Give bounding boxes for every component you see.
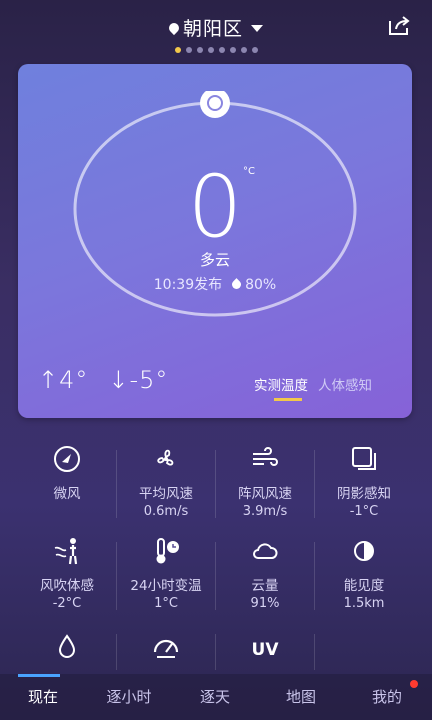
page-dot bbox=[251, 47, 258, 53]
tab-measured-temp[interactable]: 实测温度 bbox=[254, 378, 308, 394]
humidity-value: 80% bbox=[245, 277, 277, 293]
detail-label: 24小时变温 bbox=[130, 578, 202, 594]
notification-dot bbox=[410, 680, 418, 688]
detail-label: 阵风风速 bbox=[238, 486, 292, 502]
detail-label: 云量 bbox=[251, 578, 279, 594]
low-temp: ↓-5° bbox=[108, 366, 169, 394]
detail-pressure[interactable] bbox=[117, 632, 215, 670]
mode-underline bbox=[274, 398, 302, 401]
detail-wind-chill[interactable]: 风吹体感 -2°C bbox=[18, 536, 116, 611]
detail-visibility[interactable]: 能见度 1.5km bbox=[315, 536, 413, 611]
location-name: 朝阳区 bbox=[182, 18, 243, 40]
detail-humidity[interactable] bbox=[18, 632, 116, 670]
current-temperature: 0 bbox=[187, 157, 243, 257]
tab-feels-like[interactable]: 人体感知 bbox=[318, 378, 372, 394]
detail-label: 风吹体感 bbox=[40, 578, 94, 594]
detail-value: -2°C bbox=[52, 596, 82, 611]
thermometer-clock-icon bbox=[156, 538, 179, 564]
shade-icon bbox=[352, 447, 376, 470]
high-temp: ↑4° bbox=[38, 366, 89, 394]
high-low-temps: ↑4° ↓-5° bbox=[38, 366, 188, 394]
water-drop-icon bbox=[58, 634, 76, 658]
location-pin-icon bbox=[166, 20, 182, 36]
active-tab-indicator bbox=[18, 674, 60, 677]
detail-shade-feel[interactable]: 阴影感知 -1°C bbox=[315, 444, 413, 519]
weather-condition: 多云 bbox=[199, 251, 230, 269]
location-selector[interactable]: 朝阳区 bbox=[0, 14, 432, 41]
uv-icon: UV bbox=[251, 640, 279, 660]
current-weather-card: 0 °C 多云 10:39发布 80% ↑4° ↓-5° 实测温度 人体感知 bbox=[18, 64, 412, 418]
humidity-drop-icon bbox=[230, 278, 243, 291]
page-dot bbox=[196, 47, 203, 53]
page-dot bbox=[240, 47, 247, 53]
detail-cloud-cover[interactable]: 云量 91% bbox=[216, 536, 314, 611]
cloud-icon bbox=[253, 543, 278, 559]
share-icon[interactable] bbox=[388, 16, 410, 36]
detail-value: 0.6m/s bbox=[143, 504, 189, 519]
detail-gust-speed[interactable]: 阵风风速 3.9m/s bbox=[216, 444, 314, 519]
publish-info: 10:39发布 80% bbox=[18, 274, 412, 294]
page-indicator bbox=[0, 38, 432, 57]
detail-value: 3.9m/s bbox=[242, 504, 288, 519]
detail-value: 91% bbox=[250, 596, 280, 611]
person-wind-icon bbox=[54, 538, 78, 565]
page-dot bbox=[207, 47, 214, 53]
chevron-down-icon bbox=[251, 25, 263, 32]
tab-map[interactable]: 地图 bbox=[258, 686, 344, 707]
tab-mine[interactable]: 我的 bbox=[344, 686, 430, 707]
pressure-gauge-icon bbox=[153, 639, 179, 658]
bottom-tab-bar: 现在 逐小时 逐天 地图 我的 bbox=[0, 674, 432, 720]
detail-label: 能见度 bbox=[343, 578, 385, 594]
temperature-unit: °C bbox=[243, 166, 255, 177]
tab-daily[interactable]: 逐天 bbox=[172, 686, 258, 707]
detail-label: 微风 bbox=[53, 486, 81, 502]
fan-icon bbox=[157, 449, 174, 466]
detail-wind[interactable]: 微风 bbox=[18, 444, 116, 504]
header: 朝阳区 bbox=[0, 0, 432, 58]
detail-value: 1°C bbox=[154, 596, 178, 611]
detail-uv[interactable]: UV bbox=[216, 640, 314, 660]
compass-icon bbox=[54, 446, 80, 472]
tab-hourly[interactable]: 逐小时 bbox=[86, 686, 172, 707]
page-dot bbox=[185, 47, 192, 53]
temp-mode-switch: 实测温度 人体感知 bbox=[254, 374, 372, 401]
detail-label: 阴影感知 bbox=[337, 486, 391, 502]
publish-time: 10:39发布 bbox=[153, 277, 223, 293]
wind-icon bbox=[253, 447, 278, 466]
detail-value: 1.5km bbox=[343, 596, 385, 611]
divider bbox=[314, 634, 315, 670]
visibility-icon bbox=[354, 541, 374, 561]
tab-now[interactable]: 现在 bbox=[0, 686, 86, 707]
detail-24h-change[interactable]: 24小时变温 1°C bbox=[117, 536, 215, 611]
detail-avg-wind-speed[interactable]: 平均风速 0.6m/s bbox=[117, 444, 215, 519]
page-dot bbox=[218, 47, 225, 53]
page-dot bbox=[174, 47, 181, 53]
detail-value: -1°C bbox=[349, 504, 379, 519]
page-dot bbox=[229, 47, 236, 53]
detail-label: 平均风速 bbox=[139, 486, 193, 502]
